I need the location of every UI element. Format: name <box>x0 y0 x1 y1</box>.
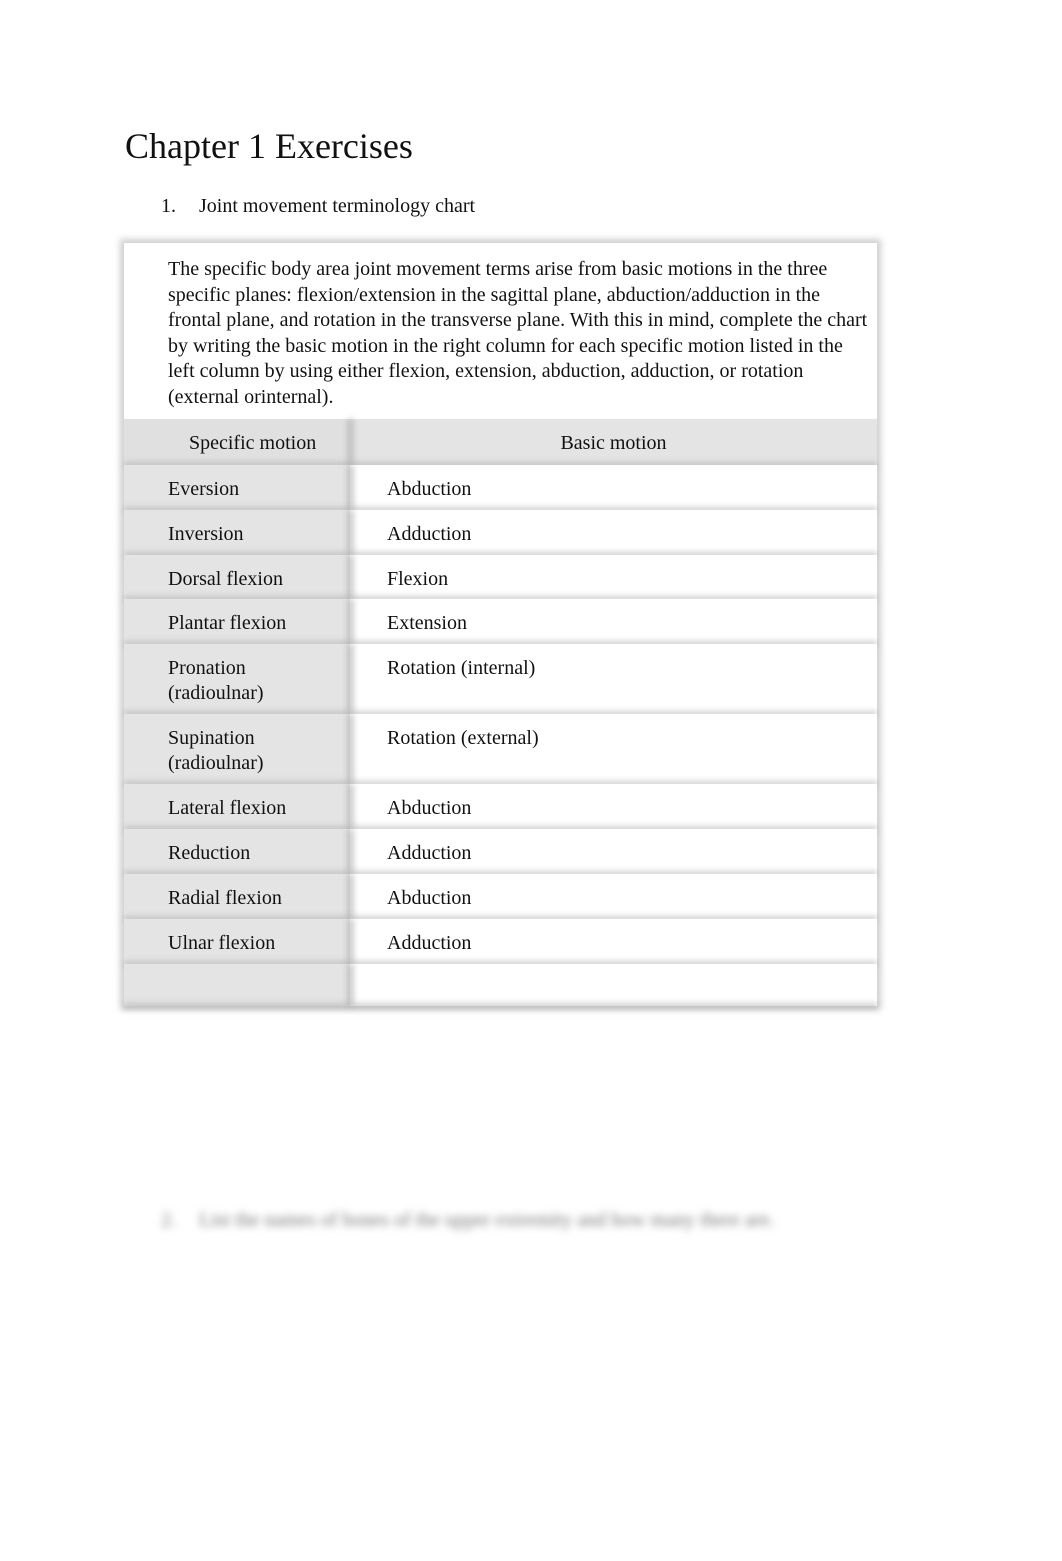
table-row: Inversion Adduction <box>124 510 877 555</box>
basic-motion-cell[interactable]: Adduction <box>350 919 877 964</box>
specific-motion-cell: Inversion <box>124 510 350 555</box>
page-title: Chapter 1 Exercises <box>125 126 413 166</box>
exercise-item-1: 1. Joint movement terminology chart <box>161 193 475 219</box>
table-row: Radial flexion Abduction <box>124 874 877 919</box>
basic-motion-cell[interactable]: Rotation (internal) <box>350 644 877 714</box>
table-row: Pronation (radioulnar) Rotation (internal… <box>124 644 877 714</box>
item-number: 1. <box>161 195 176 217</box>
item-text: Joint movement terminology chart <box>199 195 476 217</box>
table-row: Lateral flexion Abduction <box>124 784 877 829</box>
header-basic-motion: Basic motion <box>350 419 877 465</box>
table-row <box>124 964 877 1006</box>
table-row: Eversion Abduction <box>124 465 877 510</box>
table-header-row: Specific motion Basic motion <box>124 419 877 465</box>
basic-motion-cell[interactable]: Adduction <box>350 829 877 874</box>
table-row: Dorsal flexion Flexion <box>124 555 877 599</box>
table-row: Supination (radioulnar) Rotation (externa… <box>124 714 877 784</box>
basic-motion-cell[interactable]: Abduction <box>350 874 877 919</box>
exercise-item-2: 2. List the names of bones of the upper … <box>161 1207 774 1233</box>
terminology-chart: The specific body area joint movement te… <box>124 243 877 1006</box>
basic-motion-cell[interactable]: Abduction <box>350 465 877 510</box>
specific-motion-cell: Radial flexion <box>124 874 350 919</box>
specific-motion-cell: Reduction <box>124 829 350 874</box>
basic-motion-cell[interactable]: Abduction <box>350 784 877 829</box>
specific-motion-cell: Supination (radioulnar) <box>124 714 350 784</box>
table-row: Plantar flexion Extension <box>124 599 877 644</box>
basic-motion-cell[interactable]: Extension <box>350 599 877 644</box>
basic-motion-cell[interactable]: Rotation (external) <box>350 714 877 784</box>
specific-motion-cell: Pronation (radioulnar) <box>124 644 350 714</box>
table-row: Ulnar flexion Adduction <box>124 919 877 964</box>
header-specific-motion: Specific motion <box>124 419 350 465</box>
specific-motion-cell: Plantar flexion <box>124 599 350 644</box>
item-number: 2. <box>161 1209 176 1231</box>
specific-motion-cell: Lateral flexion <box>124 784 350 829</box>
basic-motion-cell[interactable] <box>350 964 877 1006</box>
specific-motion-cell: Ulnar flexion <box>124 919 350 964</box>
chart-intro: The specific body area joint movement te… <box>168 258 868 408</box>
table-row: Reduction Adduction <box>124 829 877 874</box>
basic-motion-cell[interactable]: Adduction <box>350 510 877 555</box>
chart-table: Specific motion Basic motion Eversion Abd… <box>124 419 877 1006</box>
specific-motion-cell <box>124 964 350 1006</box>
item-text: List the names of bones of the upper ext… <box>199 1209 775 1231</box>
specific-motion-cell: Eversion <box>124 465 350 510</box>
basic-motion-cell[interactable]: Flexion <box>350 555 877 599</box>
specific-motion-cell: Dorsal flexion <box>124 555 350 599</box>
